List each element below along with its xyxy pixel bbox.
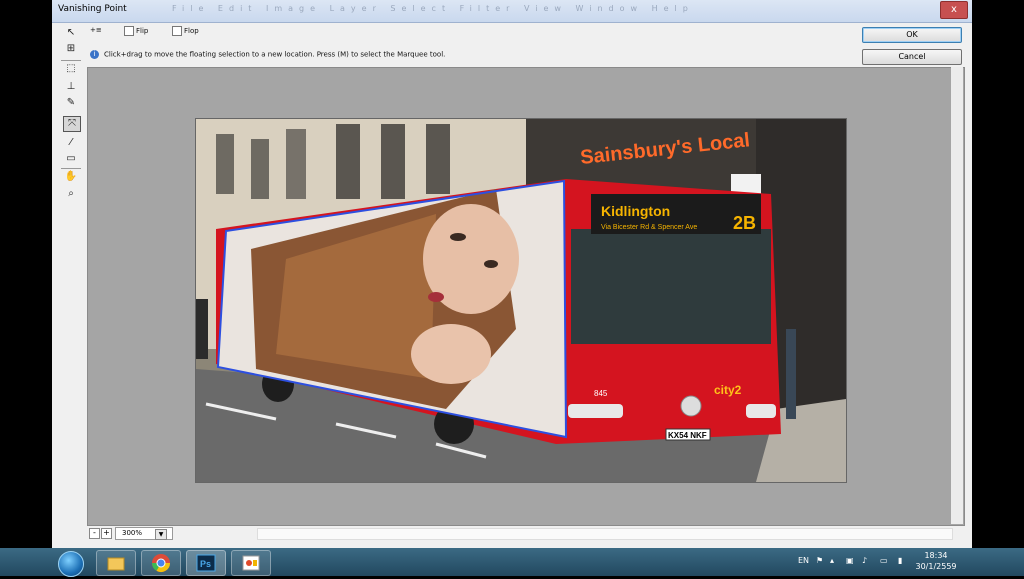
paint-icon <box>242 555 260 571</box>
svg-text:Ps: Ps <box>200 559 211 569</box>
plate-text: KX54 NKF <box>668 431 707 440</box>
tool-separator <box>61 168 81 169</box>
photoshop-icon: Ps <box>196 554 216 572</box>
hint-text: Click+drag to move the floating selectio… <box>104 50 446 59</box>
fleet-number: 845 <box>594 389 608 398</box>
info-icon: i <box>90 50 99 59</box>
title-bar: Vanishing Point File Edit Image Layer Se… <box>52 0 972 23</box>
photoshop-taskbar-button[interactable]: Ps <box>186 550 226 576</box>
eye <box>450 233 466 241</box>
explorer-taskbar-button[interactable] <box>96 550 136 576</box>
chrome-icon <box>152 554 170 573</box>
tray-flag-icon[interactable]: ⚑ <box>816 556 823 565</box>
paint-taskbar-button[interactable] <box>231 550 271 576</box>
zoom-value: 300% <box>122 529 143 537</box>
tool-separator <box>61 60 81 61</box>
pedestrian <box>196 299 208 359</box>
bus-photo-drawing: Sainsbury's Local Kidlington Via Biceste… <box>196 119 846 482</box>
marquee-tool-icon[interactable]: ⬚ <box>63 62 79 76</box>
transform-tool-icon[interactable]: ⤧ <box>63 116 81 132</box>
eyedropper-tool-icon[interactable]: ⁄ <box>63 136 79 150</box>
window <box>336 124 360 199</box>
close-button[interactable]: x <box>940 1 968 19</box>
pedestrian <box>786 329 796 419</box>
window <box>216 134 234 194</box>
toolbox: ↖ ⊞ ⬚ ⊥ ✎ ⤧ ⁄ ▭ ✋ ⌕ <box>57 24 85 524</box>
window <box>426 124 450 194</box>
taskbar-clock[interactable]: 18:34 30/1/2559 <box>912 550 960 572</box>
cancel-button[interactable]: Cancel <box>862 49 962 65</box>
flip-option[interactable]: Flip <box>124 26 148 36</box>
headlight-right <box>746 404 776 418</box>
clock-time: 18:34 <box>924 551 948 560</box>
ok-button[interactable]: OK <box>862 27 962 43</box>
tray-network-icon[interactable]: ▣ <box>846 556 854 565</box>
flip-label: Flip <box>136 27 149 35</box>
eye <box>484 260 498 268</box>
measure-tool-icon[interactable]: ▭ <box>63 152 79 166</box>
clock-date: 30/1/2559 <box>915 562 957 571</box>
bus-brand: city2 <box>714 383 742 397</box>
edit-plane-tool-icon[interactable]: ↖ <box>63 26 79 40</box>
zoom-in-button[interactable]: + <box>101 528 112 539</box>
hint-bar: i Click+drag to move the floating selecti… <box>90 50 445 59</box>
tray-signal-icon[interactable]: ▮ <box>898 556 902 565</box>
zoom-dropdown-icon[interactable]: ▼ <box>155 529 167 540</box>
bus-photo[interactable]: Sainsbury's Local Kidlington Via Biceste… <box>195 118 847 483</box>
flop-checkbox[interactable] <box>172 26 182 36</box>
brush-tool-icon[interactable]: ✎ <box>63 96 79 110</box>
stamp-tool-icon[interactable]: ⊥ <box>63 80 79 94</box>
vertical-scrollbar[interactable] <box>951 67 963 524</box>
window <box>251 139 269 199</box>
start-button-icon[interactable] <box>58 551 84 577</box>
destination-text: Kidlington <box>601 203 670 219</box>
mercedes-logo-icon <box>680 395 702 417</box>
heal-icon[interactable]: +≡ <box>90 26 102 34</box>
tray-volume-icon[interactable]: ♪ <box>862 556 867 565</box>
route-number: 2B <box>733 213 756 233</box>
shoulder <box>411 324 491 384</box>
zoom-tool-icon[interactable]: ⌕ <box>63 187 79 201</box>
create-plane-tool-icon[interactable]: ⊞ <box>63 42 79 56</box>
tray-display-icon[interactable]: ▭ <box>880 556 888 565</box>
flip-checkbox[interactable] <box>124 26 134 36</box>
flop-label: Flop <box>184 27 199 35</box>
zoom-out-button[interactable]: - <box>89 528 100 539</box>
window-title: Vanishing Point <box>58 4 127 14</box>
hand-tool-icon[interactable]: ✋ <box>63 170 79 184</box>
chrome-taskbar-button[interactable] <box>141 550 181 576</box>
flop-option[interactable]: Flop <box>172 26 199 36</box>
window <box>286 129 306 199</box>
bus-windscreen <box>571 229 771 344</box>
language-indicator[interactable]: EN <box>798 556 809 565</box>
window <box>381 124 405 199</box>
lips <box>428 292 444 302</box>
horizontal-scrollbar[interactable] <box>257 528 953 540</box>
background-menu: File Edit Image Layer Select Filter View… <box>172 4 694 13</box>
tray-arrow-icon[interactable]: ▴ <box>830 556 834 565</box>
headlight-left <box>568 404 623 418</box>
zoom-bar: - + 300% ▼ <box>87 526 963 540</box>
via-text: Via Bicester Rd & Spencer Ave <box>601 224 697 231</box>
folder-icon <box>107 557 125 571</box>
